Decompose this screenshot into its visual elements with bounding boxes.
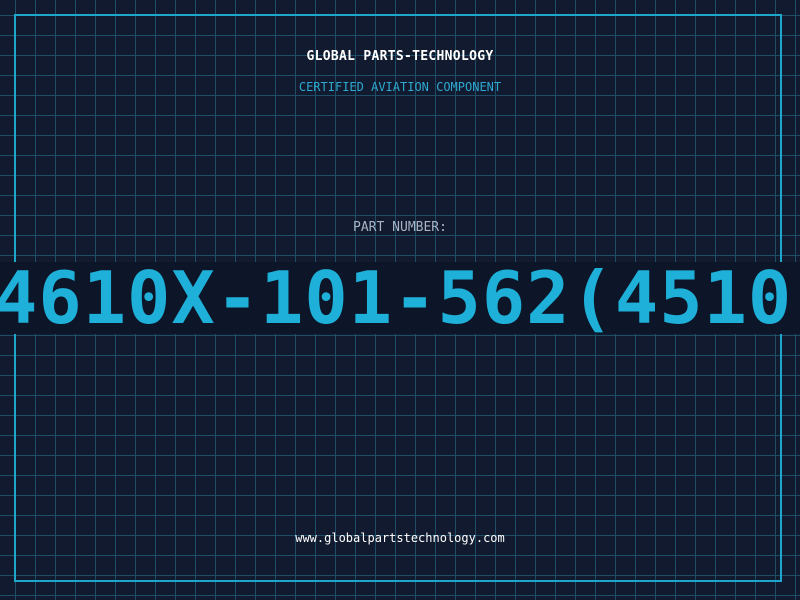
part-number-value: 4610X-101-562(4510: [0, 262, 793, 334]
part-number-band: 4610X-101-562(4510: [0, 262, 800, 334]
certification-subtitle: CERTIFIED AVIATION COMPONENT: [298, 80, 502, 94]
part-number-label: PART NUMBER:: [353, 220, 447, 235]
company-name: GLOBAL PARTS-TECHNOLOGY: [306, 49, 494, 64]
website-url: www.globalpartstechnology.com: [295, 531, 505, 545]
